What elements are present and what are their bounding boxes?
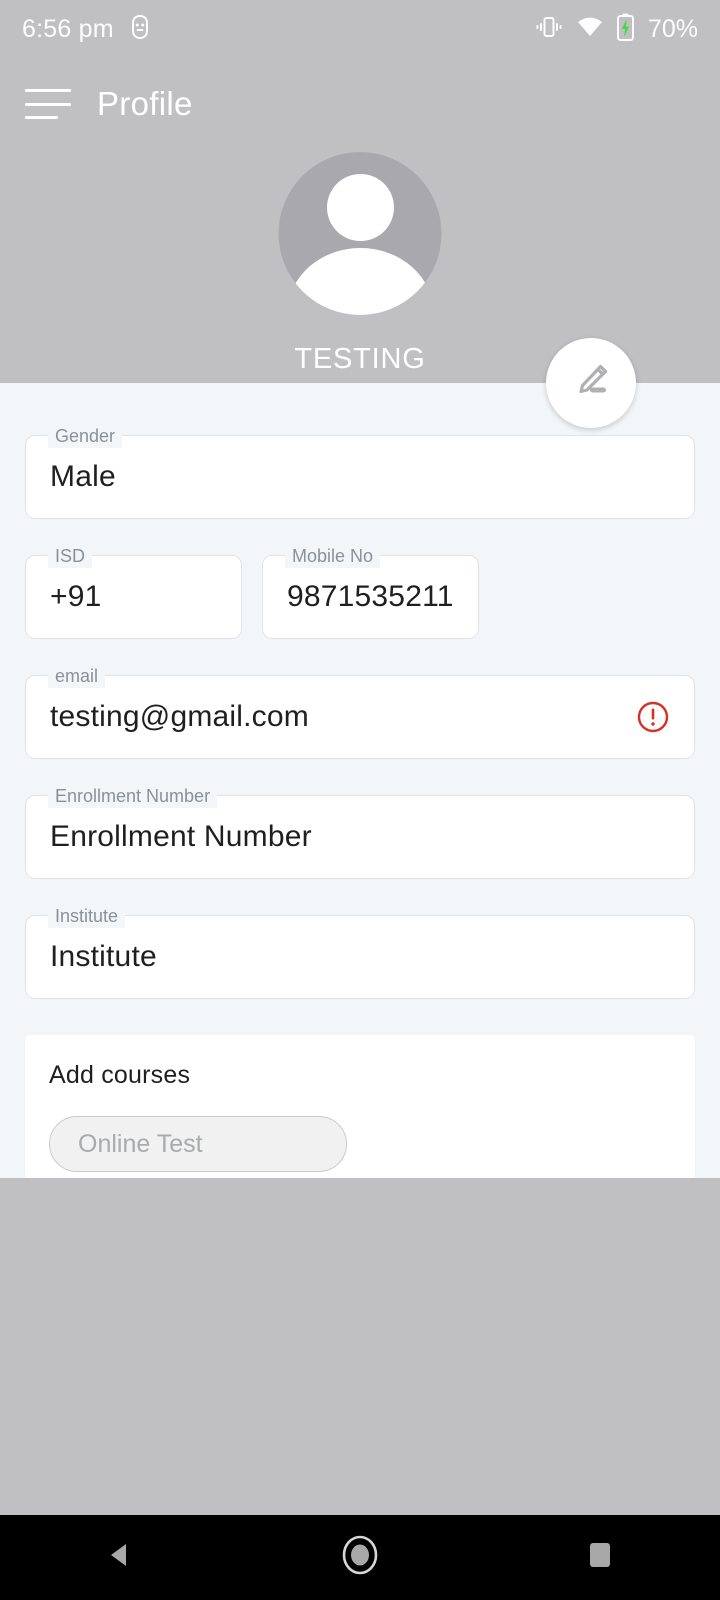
- course-chip-list: Online Test: [49, 1116, 671, 1172]
- wifi-icon: [576, 15, 604, 44]
- battery-charging-icon: [616, 13, 635, 46]
- phone-screen: 6:56 pm 70% Profile TESTING Gender Male …: [0, 0, 720, 1600]
- isd-value: +91: [50, 580, 102, 613]
- back-triangle-icon: [103, 1538, 137, 1577]
- hamburger-menu-icon[interactable]: [25, 89, 71, 119]
- person-avatar-icon: [278, 152, 442, 315]
- android-nav-bar: [0, 1515, 720, 1600]
- add-courses-card: Add courses Online Test: [25, 1035, 695, 1202]
- vibrate-icon: [534, 15, 564, 44]
- isd-label: ISD: [48, 544, 93, 568]
- isd-field[interactable]: ISD +91: [25, 544, 242, 639]
- email-value: testing@gmail.com: [50, 700, 309, 733]
- nav-home-button[interactable]: [300, 1515, 420, 1600]
- enrollment-number-label: Enrollment Number: [48, 784, 218, 808]
- mobile-label: Mobile No: [285, 544, 381, 568]
- status-bar-left: 6:56 pm: [22, 14, 152, 45]
- recents-square-icon: [585, 1540, 615, 1575]
- avatar-head-shape: [326, 174, 394, 241]
- page-title: Profile: [97, 85, 193, 122]
- nav-back-button[interactable]: [60, 1515, 180, 1600]
- gender-label: Gender: [48, 424, 123, 448]
- email-label: email: [48, 664, 106, 688]
- edit-profile-fab[interactable]: [546, 338, 636, 428]
- hamburger-line-2: [25, 102, 71, 106]
- enrollment-number-value: Enrollment Number: [50, 820, 312, 853]
- home-circle-icon: [336, 1531, 384, 1584]
- institute-field[interactable]: Institute Institute: [25, 904, 695, 999]
- enrollment-number-field[interactable]: Enrollment Number Enrollment Number: [25, 784, 695, 879]
- avatar[interactable]: [278, 152, 442, 315]
- profile-form: Gender Male ISD +91 Mobile No 9871535211…: [0, 383, 720, 1202]
- mobile-field[interactable]: Mobile No 9871535211: [262, 544, 479, 639]
- edit-pencil-icon: [568, 358, 614, 409]
- add-courses-title: Add courses: [49, 1061, 191, 1089]
- status-bar-right: 70%: [534, 13, 698, 46]
- hamburger-line-1: [25, 89, 71, 92]
- profile-header: 6:56 pm 70% Profile TESTING: [0, 0, 720, 383]
- status-time: 6:56 pm: [22, 14, 114, 43]
- bottom-filler: [0, 1178, 720, 1515]
- battery-percent-label: 70%: [647, 14, 698, 43]
- usb-debug-icon: [128, 14, 152, 45]
- app-bar: Profile: [0, 58, 720, 150]
- institute-value: Institute: [50, 940, 157, 973]
- error-exclamation-icon[interactable]: [636, 700, 670, 734]
- avatar-body-shape: [287, 248, 433, 315]
- course-chip[interactable]: Online Test: [49, 1116, 347, 1172]
- institute-label: Institute: [48, 904, 126, 928]
- status-bar: 6:56 pm 70%: [0, 0, 720, 58]
- gender-value: Male: [50, 460, 116, 493]
- hamburger-line-3: [25, 116, 58, 119]
- mobile-value: 9871535211: [287, 580, 454, 613]
- email-field[interactable]: email testing@gmail.com: [25, 664, 695, 759]
- gender-field[interactable]: Gender Male: [25, 424, 695, 519]
- nav-recents-button[interactable]: [540, 1515, 660, 1600]
- phone-row: ISD +91 Mobile No 9871535211: [25, 544, 695, 639]
